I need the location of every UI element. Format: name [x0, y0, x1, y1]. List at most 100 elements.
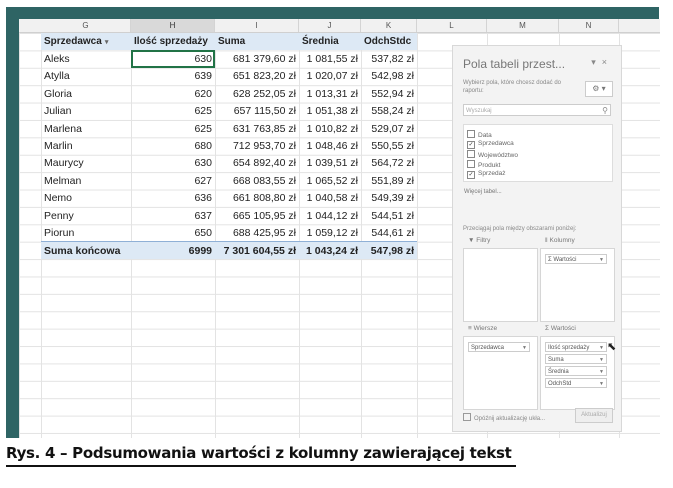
row-label[interactable]: Gloria	[41, 85, 131, 102]
update-button[interactable]: Aktualizuj	[575, 408, 613, 423]
chip-suma[interactable]: Suma ▼	[545, 354, 607, 364]
gear-icon[interactable]: ⚙ ▾	[585, 81, 613, 97]
field-sprzedaz[interactable]: ✓ Sprzedaż	[467, 170, 505, 179]
total-sum-cell[interactable]: 7 301 604,55 zł	[215, 241, 299, 260]
total-avg-cell[interactable]: 1 043,24 zł	[299, 241, 361, 260]
checkbox[interactable]: ✓	[467, 141, 475, 149]
stddev-cell[interactable]: 529,07 zł	[361, 120, 417, 137]
header-odchstd[interactable]: OdchStdc	[361, 33, 417, 51]
sum-cell[interactable]: 712 953,70 zł	[215, 137, 299, 154]
chip-sprzedawca[interactable]: Sprzedawca ▼	[468, 342, 530, 352]
row-label[interactable]: Julian	[41, 103, 131, 120]
stddev-cell[interactable]: 537,82 zł	[361, 50, 417, 67]
stddev-cell[interactable]: 552,94 zł	[361, 85, 417, 102]
avg-cell[interactable]: 1 040,58 zł	[299, 190, 361, 207]
column-header-n[interactable]: N	[559, 19, 619, 32]
count-cell[interactable]: 625	[131, 103, 215, 120]
column-header-l[interactable]: L	[417, 19, 487, 32]
checkbox[interactable]	[467, 150, 475, 158]
stddev-cell[interactable]: 542,98 zł	[361, 68, 417, 85]
count-cell[interactable]: 650	[131, 224, 215, 241]
checkbox[interactable]	[467, 130, 475, 138]
row-label[interactable]: Marlena	[41, 120, 131, 137]
row-label[interactable]: Piorun	[41, 224, 131, 241]
count-cell[interactable]: 636	[131, 190, 215, 207]
avg-cell[interactable]: 1 081,55 zł	[299, 50, 361, 67]
header-ilosc[interactable]: Ilość sprzedaży	[131, 33, 215, 51]
filter-dropdown-icon[interactable]: ▾	[105, 38, 109, 46]
sum-cell[interactable]: 665 105,95 zł	[215, 207, 299, 224]
chip-ilosc[interactable]: Ilość sprzedaży ▼	[545, 342, 607, 352]
row-label[interactable]: Marlin	[41, 137, 131, 154]
avg-cell[interactable]: 1 059,12 zł	[299, 224, 361, 241]
count-cell[interactable]: 639	[131, 68, 215, 85]
total-row-label[interactable]: Suma końcowa	[41, 241, 131, 260]
total-count-cell[interactable]: 6999	[131, 241, 215, 260]
area-rows[interactable]: ≡ Wiersze Sprzedawca ▼	[463, 325, 538, 410]
count-cell[interactable]: 630	[131, 155, 215, 172]
row-label[interactable]: Atylla	[41, 68, 131, 85]
row-label[interactable]: Melman	[41, 172, 131, 189]
sum-cell[interactable]: 651 823,20 zł	[215, 68, 299, 85]
chip-srednia[interactable]: Średnia ▼	[545, 366, 607, 376]
stddev-cell[interactable]: 549,39 zł	[361, 190, 417, 207]
field-data[interactable]: Data	[467, 130, 492, 139]
avg-cell[interactable]: 1 010,82 zł	[299, 120, 361, 137]
avg-cell[interactable]: 1 039,51 zł	[299, 155, 361, 172]
field-search-input[interactable]: Wyszukaj ⚲	[463, 104, 611, 116]
count-cell[interactable]: 625	[131, 120, 215, 137]
column-header-h[interactable]: H	[131, 19, 215, 32]
sum-cell[interactable]: 628 252,05 zł	[215, 85, 299, 102]
area-values[interactable]: Σ Wartości Ilość sprzedaży ▼ Suma ▼ Średni…	[540, 325, 616, 410]
sum-cell[interactable]: 668 083,55 zł	[215, 172, 299, 189]
chip-odchstd[interactable]: OdchStd ▼	[545, 378, 607, 388]
count-cell[interactable]: 637	[131, 207, 215, 224]
avg-cell[interactable]: 1 051,38 zł	[299, 103, 361, 120]
defer-update-checkbox[interactable]: Opóźnij aktualizację ukła...	[463, 413, 545, 422]
stddev-cell[interactable]: 550,55 zł	[361, 137, 417, 154]
row-label[interactable]: Aleks	[41, 50, 131, 67]
column-header-k[interactable]: K	[361, 19, 417, 32]
count-cell[interactable]: 680	[131, 137, 215, 154]
column-header-g[interactable]: G	[41, 19, 131, 32]
avg-cell[interactable]: 1 048,46 zł	[299, 137, 361, 154]
row-label[interactable]: Nemo	[41, 190, 131, 207]
avg-cell[interactable]: 1 065,52 zł	[299, 172, 361, 189]
pane-close-icon[interactable]: ×	[602, 57, 613, 67]
sum-cell[interactable]: 657 115,50 zł	[215, 103, 299, 120]
pane-options-icon[interactable]: ▾	[591, 57, 602, 67]
chip-wartosci[interactable]: Σ Wartości ▼	[545, 254, 607, 264]
count-cell[interactable]: 627	[131, 172, 215, 189]
stddev-cell[interactable]: 544,51 zł	[361, 207, 417, 224]
sum-cell[interactable]: 661 808,80 zł	[215, 190, 299, 207]
count-cell[interactable]: 620	[131, 85, 215, 102]
sum-cell[interactable]: 681 379,60 zł	[215, 50, 299, 67]
header-sprzedawca[interactable]: Sprzedawca ▾	[41, 33, 131, 51]
field-wojewodztwo[interactable]: Województwo	[467, 150, 518, 159]
column-header-i[interactable]: I	[215, 19, 299, 32]
count-cell[interactable]: 630	[131, 50, 215, 68]
total-stddev-cell[interactable]: 547,98 zł	[361, 241, 417, 260]
sum-cell[interactable]: 631 763,85 zł	[215, 120, 299, 137]
row-label[interactable]: Maurycy	[41, 155, 131, 172]
row-label[interactable]: Penny	[41, 207, 131, 224]
column-header-j[interactable]: J	[299, 19, 361, 32]
stddev-cell[interactable]: 551,89 zł	[361, 172, 417, 189]
field-produkt[interactable]: Produkt	[467, 160, 500, 169]
avg-cell[interactable]: 1 013,31 zł	[299, 85, 361, 102]
avg-cell[interactable]: 1 044,12 zł	[299, 207, 361, 224]
checkbox[interactable]	[467, 160, 475, 168]
checkbox[interactable]: ✓	[467, 171, 475, 179]
area-filters[interactable]: ▼ Filtry	[463, 237, 538, 322]
stddev-cell[interactable]: 564,72 zł	[361, 155, 417, 172]
area-columns[interactable]: ‖ Kolumny Σ Wartości ▼	[540, 237, 615, 322]
header-suma[interactable]: Suma	[215, 33, 299, 51]
header-srednia[interactable]: Średnia	[299, 33, 361, 51]
more-tables-link[interactable]: Więcej tabel...	[464, 189, 502, 195]
avg-cell[interactable]: 1 020,07 zł	[299, 68, 361, 85]
sum-cell[interactable]: 688 425,95 zł	[215, 224, 299, 241]
field-sprzedawca[interactable]: ✓ Sprzedawca	[467, 140, 514, 149]
stddev-cell[interactable]: 544,61 zł	[361, 224, 417, 241]
column-header-m[interactable]: M	[487, 19, 559, 32]
stddev-cell[interactable]: 558,24 zł	[361, 103, 417, 120]
